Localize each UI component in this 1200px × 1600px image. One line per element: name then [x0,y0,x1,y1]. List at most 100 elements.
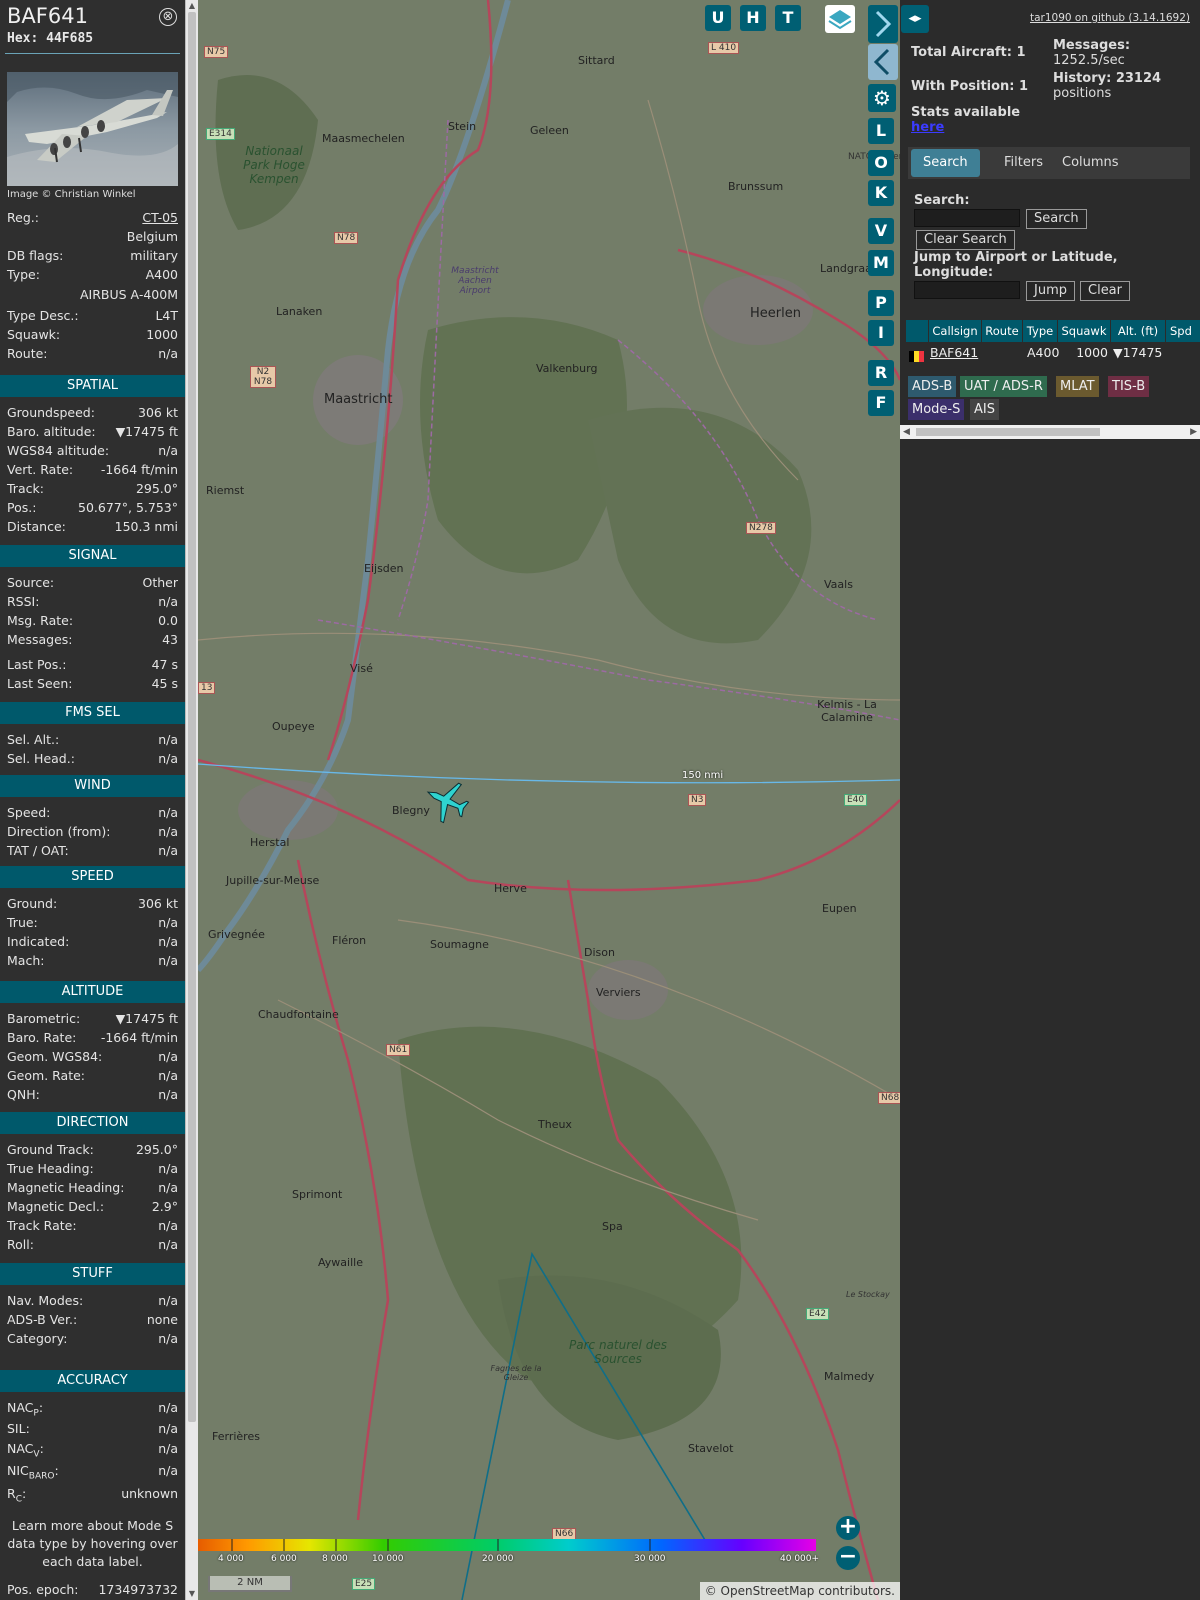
column-header-callsign[interactable]: Callsign [929,320,981,342]
detail-row-value[interactable]: CT-05 [142,209,178,227]
close-icon[interactable]: ⊗ [159,8,177,26]
version-link[interactable]: tar1090 on github (3.14.1692) [1030,12,1190,24]
source-badge-mlat[interactable]: MLAT [1056,376,1099,397]
zoom-out-icon[interactable]: − [836,1546,860,1570]
settings-gear-icon[interactable]: ⚙ [868,84,896,112]
aircraft-photo[interactable] [7,72,178,186]
place-label: Vaals [824,578,853,591]
spatial-row-label-text: Vert. Rate: [7,462,74,477]
scroll-up-icon[interactable]: ▲ [186,0,198,12]
search-input[interactable] [914,209,1020,227]
place-label: Le Stockay [846,1290,890,1299]
signal-row: Last Pos.: 47 s [7,656,178,674]
layers-icon[interactable] [825,5,855,33]
clear-search-button[interactable]: Clear Search [916,230,1015,250]
column-header-speed[interactable]: Spd [1166,320,1200,342]
map-button-m[interactable]: M [868,250,894,276]
column-header-altitude[interactable]: Alt. (ft) [1111,320,1165,342]
fms-row-label-text: Sel. Alt.: [7,732,60,747]
map-button-t[interactable]: T [775,5,801,31]
map-button-r[interactable]: R [868,360,894,386]
source-badge-tis-b[interactable]: TIS-B [1108,376,1150,397]
speed-row-label-text: Ground: [7,896,58,911]
place-label: Kelmis - La Calamine [817,698,877,724]
spatial-row-value: n/a [158,443,178,458]
column-header-squawk[interactable]: Squawk [1058,320,1110,342]
tab-columns[interactable]: Columns [1050,149,1131,177]
detail-row: AIRBUS A-400M [7,286,178,304]
map-view[interactable]: Sittard Maasmechelen Stein Geleen Brunss… [198,0,900,1600]
place-label: Grivegnée [208,928,265,941]
detail-row-label-text: Type Desc.: [7,308,79,323]
map-button-i[interactable]: I [868,320,894,346]
accuracy-row-label-colon: : [39,1441,44,1456]
place-label: Malmedy [824,1370,875,1383]
signal-row: Msg. Rate: 0.0 [7,612,178,630]
signal-row-value: n/a [158,594,178,609]
map-button-v[interactable]: V [868,218,894,244]
column-header-type[interactable]: Type [1023,320,1057,342]
wind-row-label: Speed: [7,804,50,822]
place-label: Aywaille [318,1256,363,1269]
search-button[interactable]: Search [1026,209,1087,229]
detail-row-label: Reg.: [7,209,39,227]
table-row[interactable]: BAF641 A400 1000 ▼17475 [906,342,1200,364]
altitude-row-label-text: Geom. WGS84: [7,1049,103,1064]
source-badge-uat-ads-r[interactable]: UAT / ADS-R [960,376,1047,397]
signal-row: Source: Other [7,574,178,592]
spatial-row-label-text: WGS84 altitude: [7,443,110,458]
row-callsign[interactable]: BAF641 [930,344,978,362]
source-badge-mode-s[interactable]: Mode-S [908,399,965,420]
scrollbar-thumb[interactable] [188,12,196,1422]
signal-row-label: Messages: [7,631,73,649]
jump-label: Jump to Airport or Latitude, Longitude: [914,250,1118,280]
map-button-k[interactable]: K [868,180,894,206]
map-button-u[interactable]: U [705,5,731,31]
total-aircraft: Total Aircraft: 1 [911,45,1026,60]
expand-right-icon[interactable] [868,5,898,43]
map-button-p[interactable]: P [868,290,894,316]
messages-label: Messages: [1053,38,1131,53]
direction-row-value: 2.9° [151,1199,178,1214]
left-panel-scrollbar[interactable]: ▲ ▼ [185,0,198,1600]
map-button-o[interactable]: O [868,150,894,176]
wind-row: TAT / OAT: n/a [7,842,178,860]
tab-search[interactable]: Search [911,149,980,177]
source-badge-ads-b[interactable]: ADS-B [908,376,957,397]
history-value: positions [1053,86,1112,101]
toggle-sidebar-icon[interactable]: ◂▸ [901,5,929,33]
table-horizontal-scrollbar[interactable]: ◀ ▶ [900,425,1200,439]
collapse-left-icon[interactable] [868,44,898,80]
road-label: N78 [334,232,359,244]
spatial-row: Pos.: 50.677°, 5.753° [7,499,178,517]
jump-input[interactable] [914,281,1020,299]
map-button-l[interactable]: L [868,118,894,144]
section-header-direction: DIRECTION [0,1112,185,1134]
clear-button[interactable]: Clear [1080,281,1130,301]
stats-link[interactable]: here [911,120,944,135]
map-attribution[interactable]: © OpenStreetMap contributors. [699,1582,900,1600]
tab-filters[interactable]: Filters [992,149,1055,177]
scrollbar-thumb[interactable] [916,428,1100,436]
source-badge-ais[interactable]: AIS [970,399,999,420]
altitude-row: Geom. Rate: n/a [7,1067,178,1085]
column-header-flag[interactable] [906,320,928,342]
altitude-row-label: Geom. WGS84: [7,1048,102,1066]
map-button-h[interactable]: H [740,5,766,31]
messages-value: 1252.5/sec [1053,53,1125,68]
scroll-right-icon[interactable]: ▶ [1190,425,1197,439]
map-button-f[interactable]: F [868,390,894,416]
place-label: Lanaken [276,305,323,318]
signal-row-value: 0.0 [158,613,178,628]
jump-button[interactable]: Jump [1026,281,1075,301]
altitude-scale-label: 20 000 [482,1554,514,1564]
scroll-left-icon[interactable]: ◀ [903,425,910,439]
stuff-row-label-text: ADS-B Ver.: [7,1312,78,1327]
aircraft-marker-icon[interactable] [424,778,470,824]
scroll-down-icon[interactable]: ▼ [186,1588,198,1600]
direction-row-label-text: Magnetic Decl.: [7,1199,105,1214]
spatial-row-label-text: Baro. altitude: [7,424,96,439]
column-header-route[interactable]: Route [982,320,1022,342]
place-label: Nationaal Park Hoge Kempen [243,144,305,186]
zoom-in-icon[interactable]: + [836,1516,860,1540]
